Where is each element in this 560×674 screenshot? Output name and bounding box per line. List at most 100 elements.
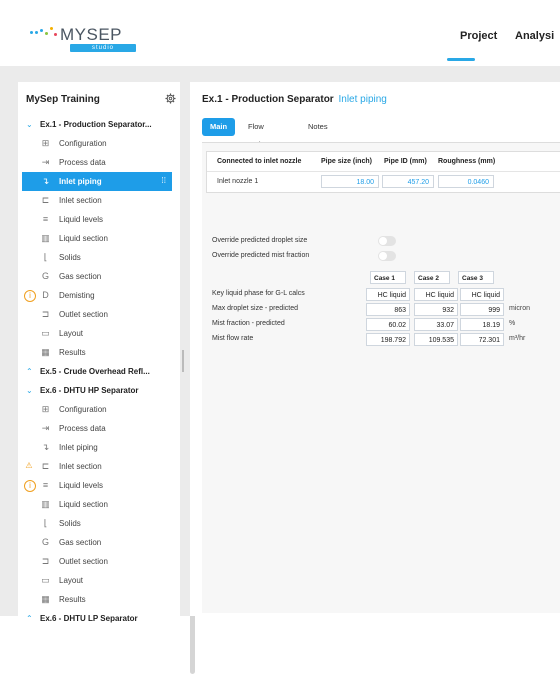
pipe-size-input[interactable]: 18.00: [321, 175, 379, 188]
nav-analysis[interactable]: Analysi: [515, 30, 554, 42]
sidebar-item-label: Results: [59, 595, 86, 604]
table-divider: [207, 171, 560, 172]
sidebar-item-label: Liquid levels: [59, 481, 104, 490]
layout-icon: ▭: [41, 328, 50, 338]
sidebar-item-label: Outlet section: [59, 310, 108, 319]
top-bar: MYSEP studio Project Analysi: [0, 0, 560, 66]
liquid-section-icon: ▥: [41, 233, 50, 243]
override-droplet-toggle[interactable]: [378, 236, 396, 246]
sidebar-item-label: Results: [59, 348, 86, 357]
sidebar-item[interactable]: ⇥ Process data: [18, 419, 176, 438]
sidebar-item[interactable]: ▥ Liquid section: [18, 495, 176, 514]
panel-splitter-handle[interactable]: [182, 350, 184, 372]
tab-flow-regime[interactable]: Flow regime: [248, 118, 271, 149]
mist-flow-case-1: 198.792: [366, 333, 410, 346]
sidebar-item[interactable]: ▦ Results: [18, 343, 176, 362]
col-header-pipe-size: Pipe size (inch): [321, 158, 372, 165]
sidebar-item[interactable]: i D Demisting: [18, 286, 176, 305]
warning-icon: ⚠: [25, 461, 33, 470]
sidebar-item-label: Outlet section: [59, 557, 108, 566]
sidebar-case-group[interactable]: ⌄ Ex.1 - Production Separator...: [18, 115, 176, 134]
sidebar-item[interactable]: ⌊ Solids: [18, 514, 176, 533]
chevron-up-icon[interactable]: ⌃: [26, 614, 33, 623]
sidebar-item-label: Liquid section: [59, 500, 108, 509]
project-sidebar: MySep Training ⌄ Ex.1 - Production Separa…: [18, 82, 195, 674]
sidebar-item[interactable]: ▥ Liquid section: [18, 229, 176, 248]
sidebar-item-label: Inlet piping: [59, 177, 102, 186]
solids-icon: ⌊: [43, 252, 48, 262]
nav-project[interactable]: Project: [460, 30, 497, 42]
sidebar-case-group[interactable]: ⌃ Ex.6 - DHTU LP Separator: [18, 609, 176, 628]
sidebar-item-label: Gas section: [59, 272, 102, 281]
mysep-logo[interactable]: MYSEP studio: [30, 23, 140, 53]
mist-fraction-case-2: 33.07: [414, 318, 458, 331]
case-2-header: Case 2: [414, 271, 450, 284]
sidebar-item[interactable]: ⊐ Outlet section: [18, 552, 176, 571]
override-mist-label: Override predicted mist fraction: [212, 252, 310, 259]
sidebar-item-label: Ex.5 - Crude Overhead Refl...: [40, 367, 150, 376]
sidebar-item-label: Configuration: [59, 405, 107, 414]
sidebar-item[interactable]: ⊏ Inlet section: [18, 191, 176, 210]
pipe-id-input[interactable]: 457.20: [382, 175, 434, 188]
sidebar-item-label: Process data: [59, 424, 106, 433]
drag-handle-icon[interactable]: ⁞⁞: [162, 176, 166, 185]
sidebar-item[interactable]: ⇥ Process data: [18, 153, 176, 172]
key-liquid-case-2[interactable]: HC liquid: [414, 288, 458, 301]
sidebar-case-group[interactable]: ⌄ Ex.6 - DHTU HP Separator: [18, 381, 176, 400]
gear-icon[interactable]: [165, 93, 176, 104]
sidebar-item[interactable]: ⌊ Solids: [18, 248, 176, 267]
process-data-icon: ⇥: [41, 423, 50, 433]
outlet-section-icon: ⊐: [41, 309, 50, 319]
chevron-up-icon[interactable]: ⌃: [26, 367, 33, 376]
key-liquid-case-1[interactable]: HC liquid: [366, 288, 410, 301]
sidebar-item[interactable]: ⊐ Outlet section: [18, 305, 176, 324]
app-window: MYSEP studio Project Analysi MySep Train…: [0, 0, 560, 674]
case-1-header: Case 1: [370, 271, 406, 284]
tab-notes[interactable]: Notes: [308, 118, 328, 136]
sidebar-case-group[interactable]: ⌃ Ex.5 - Crude Overhead Refl...: [18, 362, 176, 381]
sidebar-item-label: Ex.6 - DHTU LP Separator: [40, 614, 138, 623]
mist-flow-case-3: 72.301: [460, 333, 504, 346]
sidebar-item[interactable]: ⊞ Configuration: [18, 400, 176, 419]
row-label-key-liquid: Key liquid phase for G-L calcs: [212, 290, 305, 297]
mist-fraction-case-3: 18.19: [460, 318, 504, 331]
override-mist-toggle[interactable]: [378, 251, 396, 261]
sidebar-item-label: Ex.6 - DHTU HP Separator: [40, 386, 139, 395]
chevron-down-icon[interactable]: ⌄: [26, 120, 33, 129]
process-data-icon: ⇥: [41, 157, 50, 167]
sidebar-item[interactable]: i ≡ Liquid levels: [18, 476, 176, 495]
sidebar-item-label: Ex.1 - Production Separator...: [40, 120, 152, 129]
inlet-piping-icon: ↴: [41, 442, 50, 452]
configuration-icon: ⊞: [41, 404, 50, 414]
sidebar-item[interactable]: ▭ Layout: [18, 324, 176, 343]
sidebar-item[interactable]: ⚠ ⊏ Inlet section: [18, 457, 176, 476]
layout-icon: ▭: [41, 575, 50, 585]
gas-section-icon: G: [41, 537, 49, 547]
configuration-icon: ⊞: [41, 138, 50, 148]
sidebar-item-label: Layout: [59, 329, 84, 338]
sidebar-tree: ⌄ Ex.1 - Production Separator... ⊞ Configur…: [18, 115, 176, 628]
sidebar-item[interactable]: ↴ Inlet piping: [18, 438, 176, 457]
sidebar-item[interactable]: ▦ Results: [18, 590, 176, 609]
row-label-mist-fraction: Mist fraction - predicted: [212, 320, 285, 327]
sidebar-item[interactable]: G Gas section: [18, 533, 176, 552]
max-droplet-unit: micron: [509, 305, 531, 312]
main-tab-content: Connected to inlet nozzle Pipe size (inc…: [202, 142, 560, 613]
key-liquid-case-3[interactable]: HC liquid: [460, 288, 504, 301]
results-icon: ▦: [41, 594, 50, 604]
tab-main[interactable]: Main: [202, 118, 236, 136]
sidebar-item[interactable]: ≡ Liquid levels: [18, 210, 176, 229]
liquid-section-icon: ▥: [41, 499, 50, 509]
sidebar-item[interactable]: ↴ Inlet piping ⁞⁞: [22, 172, 172, 191]
logo-text: MYSEP: [60, 25, 123, 44]
roughness-input[interactable]: 0.0460: [438, 175, 494, 188]
page-title: Ex.1 - Production Separator Inlet piping: [202, 94, 387, 105]
sidebar-item[interactable]: ▭ Layout: [18, 571, 176, 590]
sidebar-item[interactable]: G Gas section: [18, 267, 176, 286]
chevron-down-icon[interactable]: ⌄: [26, 386, 33, 395]
sidebar-item-label: Solids: [59, 519, 81, 528]
outlet-section-icon: ⊐: [41, 556, 50, 566]
col-header-pipe-id: Pipe ID (mm): [384, 158, 427, 165]
sidebar-item[interactable]: ⊞ Configuration: [18, 134, 176, 153]
sidebar-item-label: Inlet section: [59, 462, 102, 471]
